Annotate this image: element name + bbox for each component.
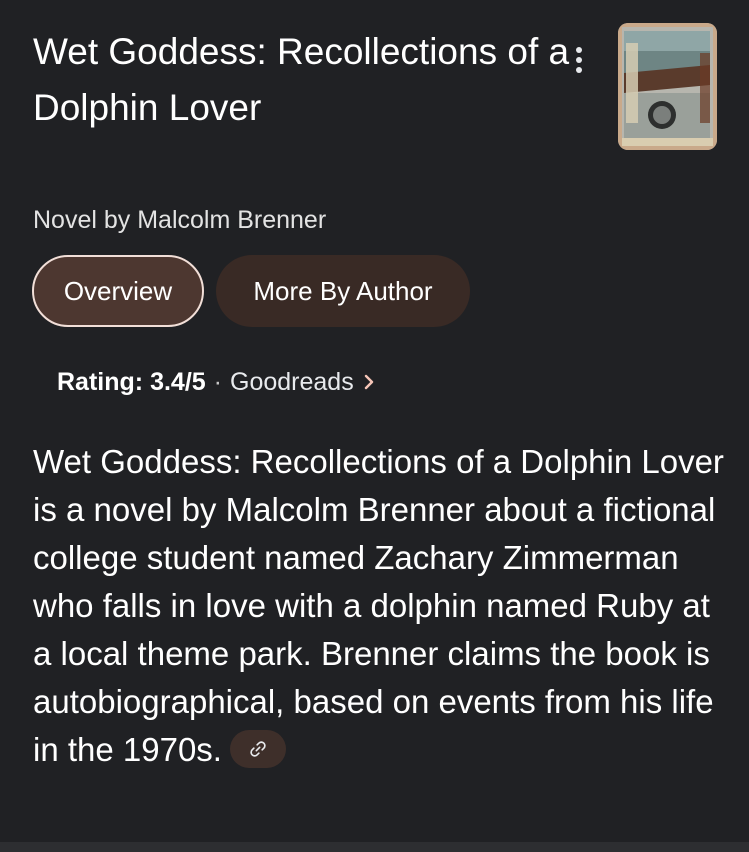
tab-overview[interactable]: Overview — [32, 255, 204, 327]
book-description: Wet Goddess: Recollections of a Dolphin … — [33, 438, 733, 774]
more-options-button[interactable] — [563, 40, 595, 80]
tab-more-by-author[interactable]: More By Author — [216, 255, 470, 327]
rating-value: 3.4/5 — [150, 368, 206, 396]
more-vert-icon — [576, 47, 582, 73]
chevron-right-icon — [364, 374, 374, 390]
book-title: Wet Goddess: Recollections of a Dolphin … — [33, 31, 570, 128]
rating-source-link[interactable]: Goodreads — [230, 364, 354, 400]
rating-row[interactable]: Rating: 3.4/5 · Goodreads — [57, 364, 374, 400]
tab-chips: Overview More By Author — [32, 255, 470, 327]
knowledge-panel-card: Wet Goddess: Recollections of a Dolphin … — [0, 0, 749, 852]
bottom-divider — [0, 842, 749, 852]
source-link-button[interactable] — [229, 730, 286, 769]
link-icon — [250, 741, 266, 757]
book-cover-image — [618, 23, 717, 150]
book-subtitle: Novel by Malcolm Brenner — [33, 206, 327, 234]
rating-label: Rating: — [57, 368, 144, 396]
description-text: Wet Goddess: Recollections of a Dolphin … — [33, 443, 724, 768]
book-cover-thumbnail[interactable] — [618, 23, 717, 150]
rating-separator: · — [213, 368, 222, 396]
